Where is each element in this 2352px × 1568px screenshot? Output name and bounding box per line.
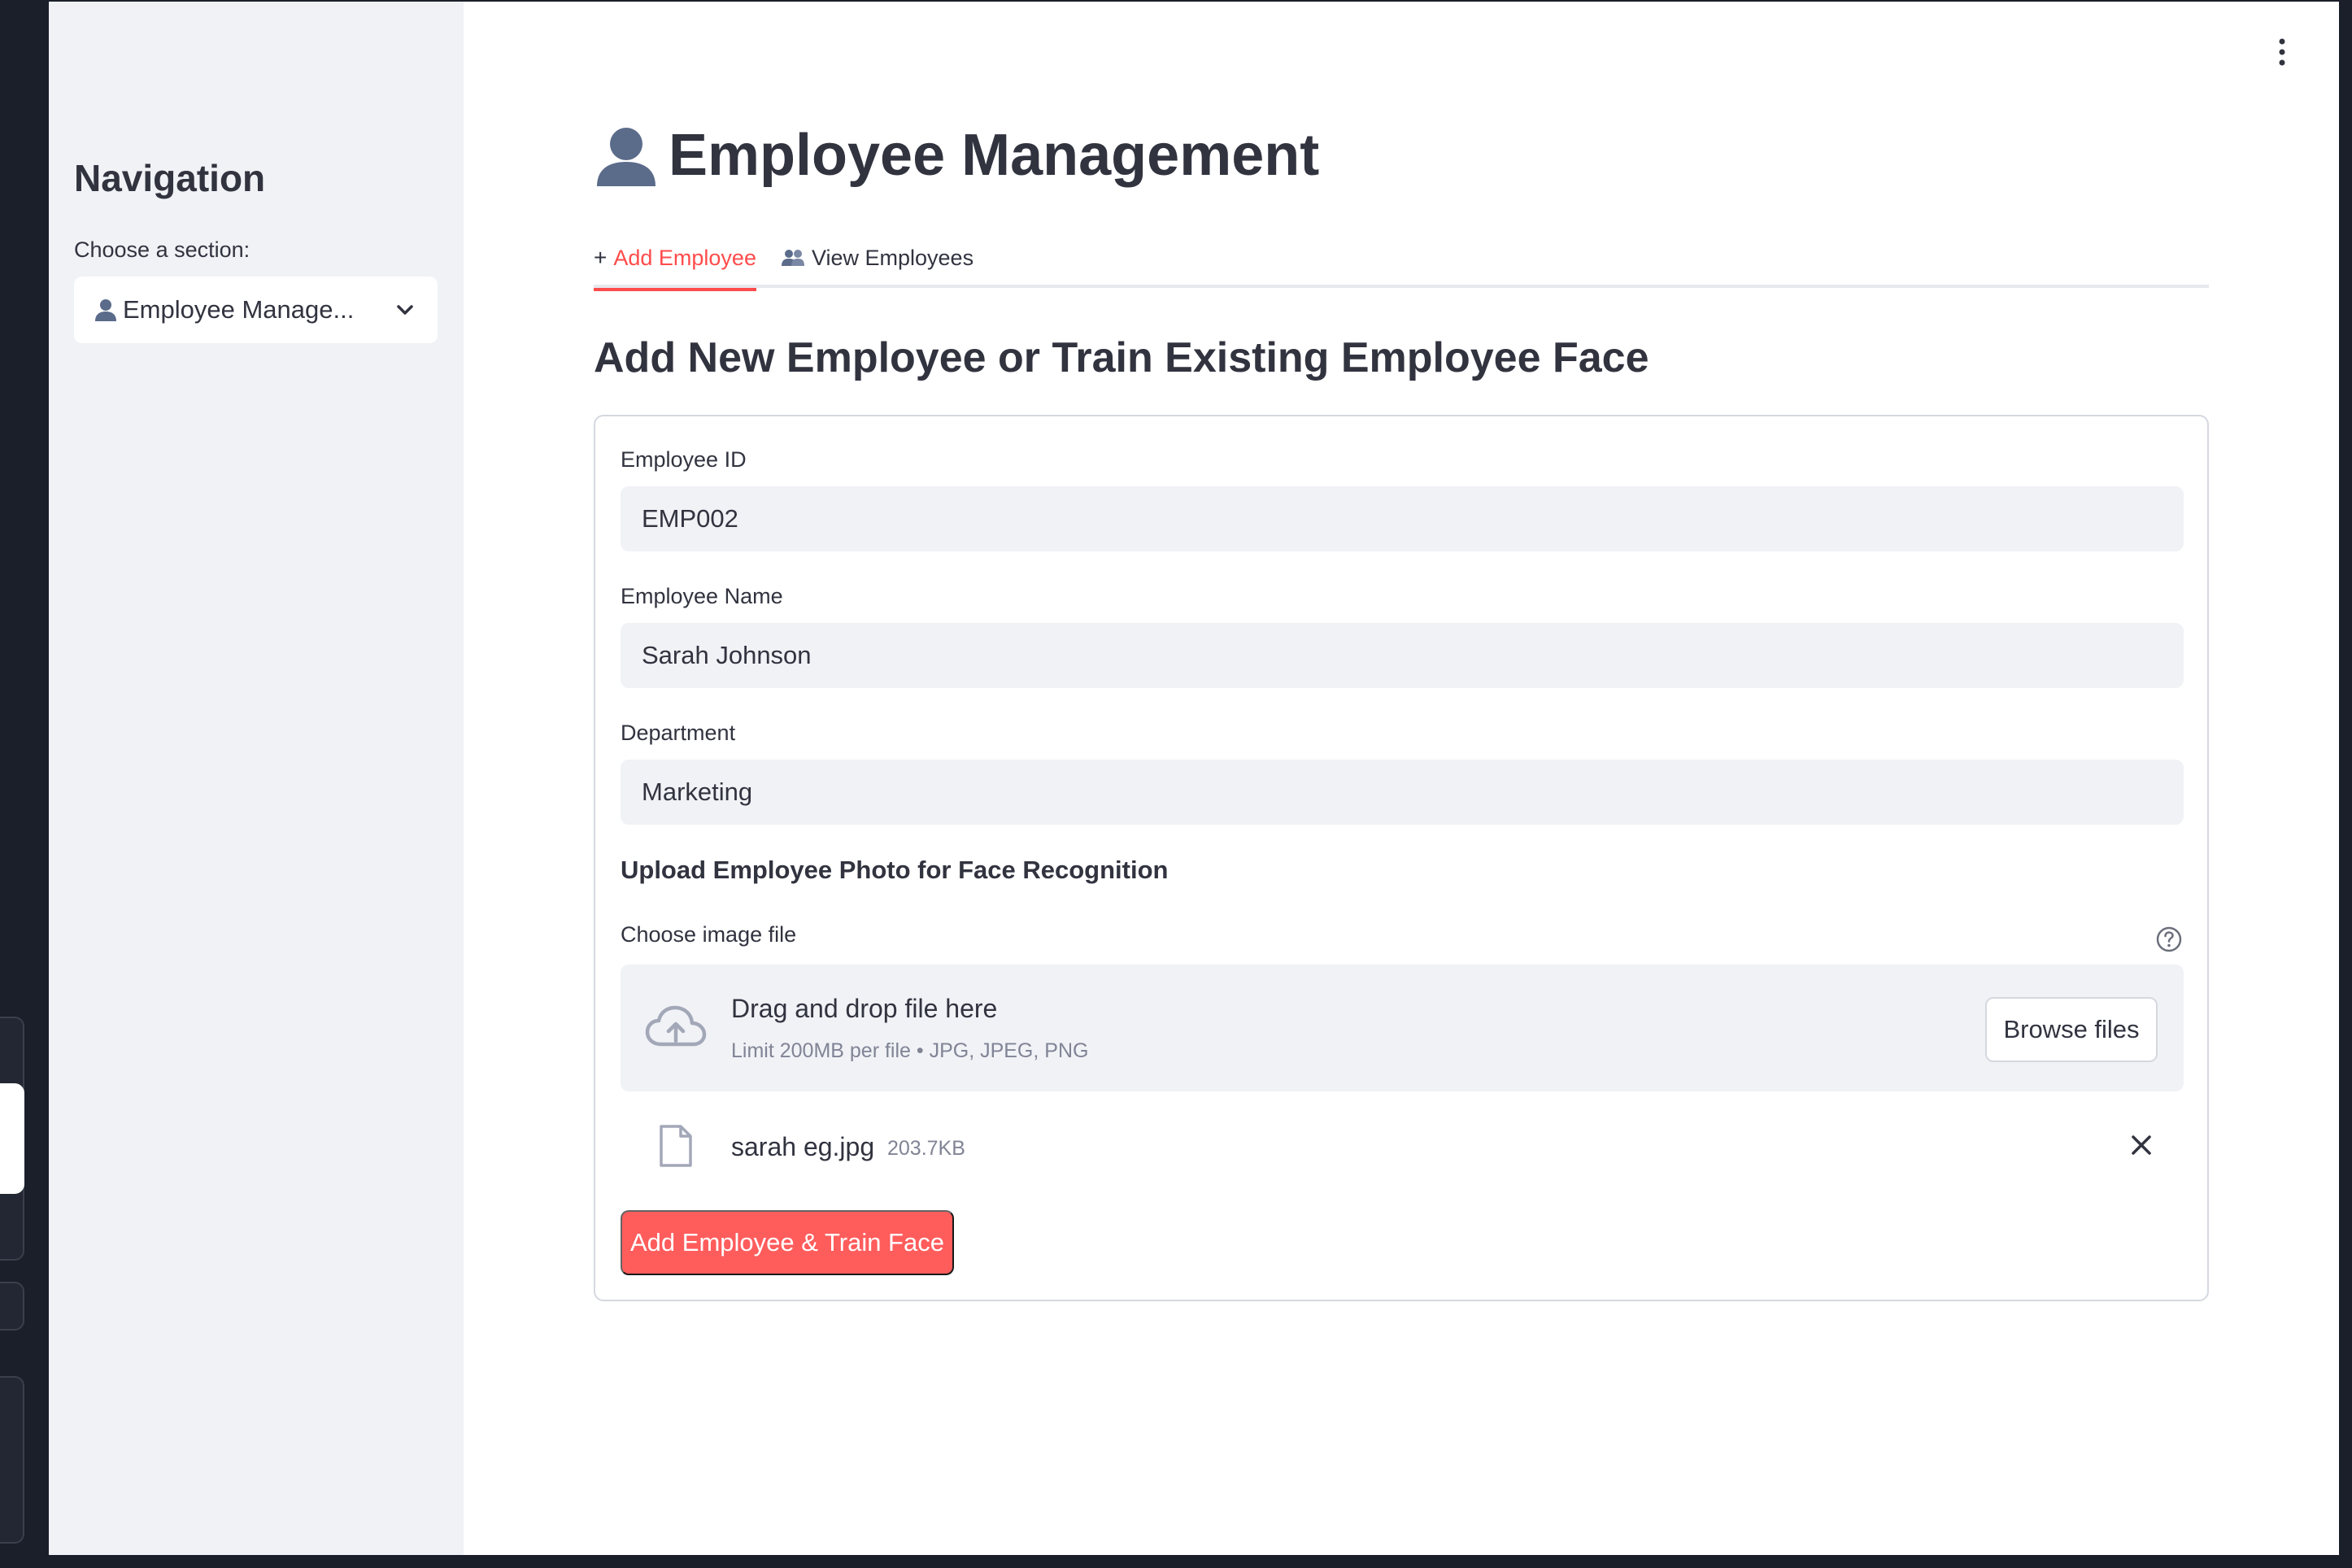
dropzone-instruction: Drag and drop file here [731,994,998,1023]
tab-bar: + Add Employee View Employees [594,231,2209,291]
department-label: Department [621,721,736,745]
employee-id-input[interactable]: EMP002 [621,486,2184,551]
section-select[interactable]: Employee Manage... [74,277,438,343]
add-employee-train-face-button[interactable]: Add Employee & Train Face [621,1210,954,1275]
user-icon [597,128,656,186]
dropzone-limit: Limit 200MB per file • JPG, JPEG, PNG [731,1039,1089,1062]
employee-name-label: Employee Name [621,584,783,608]
background-panel [0,1376,24,1544]
tab-add-employee[interactable]: + Add Employee [594,231,756,291]
uploaded-file-size: 203.7KB [887,1137,965,1160]
main-menu-icon[interactable] [2274,37,2290,67]
sidebar: Navigation Choose a section: Employee Ma… [49,2,464,1555]
cloud-upload-icon [645,1005,707,1047]
employee-id-label: Employee ID [621,447,747,472]
close-icon[interactable] [2128,1132,2154,1158]
file-uploader-label: Choose image file [621,922,797,947]
employee-form: Employee ID EMP002 Employee Name Sarah J… [594,415,2209,1301]
selected-section: Employee Manage... [123,295,355,324]
people-icon [781,250,804,266]
background-panel [0,1083,24,1194]
sidebar-title: Navigation [74,157,266,199]
uploaded-file-name: sarah eg.jpg [731,1132,875,1161]
user-icon [95,299,116,321]
plus-icon: + [594,245,608,270]
tab-label: Add Employee [613,245,756,270]
page-title: Employee Management [594,122,1319,189]
upload-heading: Upload Employee Photo for Face Recogniti… [621,856,1169,884]
main-content: Employee Management + Add Employee View … [464,2,2339,1555]
file-dropzone[interactable]: Drag and drop file here Limit 200MB per … [621,965,2184,1091]
chevron-down-icon [397,305,413,315]
section-select-label: Choose a section: [74,237,250,262]
form-section-title: Add New Employee or Train Existing Emplo… [594,334,1649,381]
file-icon [660,1125,692,1167]
employee-name-input[interactable]: Sarah Johnson [621,623,2184,688]
page-title-text: Employee Management [669,123,1320,188]
uploaded-file-row: sarah eg.jpg 203.7KB [621,1116,2184,1181]
background-window-strip [0,0,49,1568]
app-window: Navigation Choose a section: Employee Ma… [49,2,2339,1555]
tab-view-employees[interactable]: View Employees [781,231,973,288]
browse-files-button[interactable]: Browse files [1985,997,2158,1062]
department-input[interactable]: Marketing [621,760,2184,825]
tab-label: View Employees [811,245,974,270]
background-panel [0,1282,24,1331]
help-icon[interactable] [2155,926,2183,953]
